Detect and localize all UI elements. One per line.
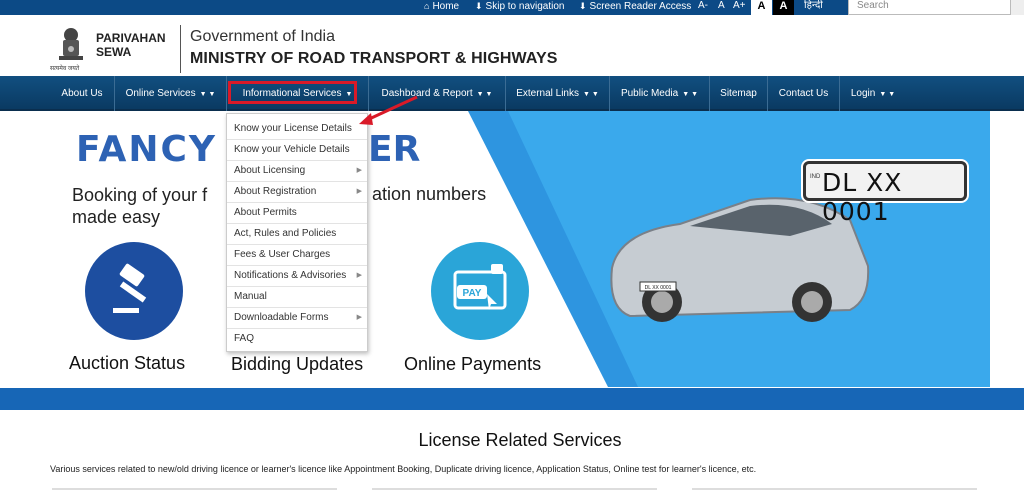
nav-external-links[interactable]: External Links ▼ ▼ <box>506 76 610 111</box>
online-payments-button[interactable]: PAY <box>431 242 529 340</box>
ministry-title: MINISTRY OF ROAD TRANSPORT & HIGHWAYS <box>190 50 558 67</box>
red-arrow-annotation <box>359 95 418 125</box>
chevron-right-icon: ▶ <box>356 188 362 195</box>
search-button[interactable] <box>1010 0 1024 15</box>
chevron-right-icon: ▶ <box>356 167 362 174</box>
home-link[interactable]: ⌂ Home <box>424 0 459 15</box>
hero-title-right: ER <box>368 129 421 170</box>
contrast-light-button[interactable]: A <box>751 0 772 15</box>
nav-contact-us[interactable]: Contact Us <box>768 76 840 111</box>
hero-subtitle-line-2: made easy <box>72 207 161 227</box>
section-description: Various services related to new/old driv… <box>50 464 757 474</box>
caret-down-icon: ▼ ▼ <box>879 91 896 98</box>
arrow-down-icon: ⬇ <box>475 1 483 11</box>
page: ⌂ Home ⬇ Skip to navigation ⬇ Screen Reader… <box>0 0 1024 490</box>
dd-fees-user-charges[interactable]: Fees & User Charges <box>227 245 367 266</box>
contrast-dark-button[interactable]: A <box>773 0 794 15</box>
dd-act-rules-policies[interactable]: Act, Rules and Policies <box>227 224 367 245</box>
language-hindi-link[interactable]: हिन्दी <box>804 0 823 15</box>
blue-band <box>0 388 1024 410</box>
nav-online-services[interactable]: Online Services ▼ ▼ <box>115 76 227 111</box>
home-icon: ⌂ <box>424 1 430 11</box>
plate-number: DL XX 0001 <box>822 168 903 226</box>
pay-icon: PAY <box>453 264 507 310</box>
font-decrease-button[interactable]: A- <box>698 0 708 15</box>
arrow-down-icon: ⬇ <box>579 1 587 11</box>
dd-about-permits[interactable]: About Permits <box>227 203 367 224</box>
dd-know-vehicle-details[interactable]: Know your Vehicle Details <box>227 140 367 161</box>
chevron-right-icon: ▶ <box>356 272 362 279</box>
plate-country: IND <box>810 174 821 180</box>
hero-subtitle-line-1: Booking of your f <box>72 185 208 205</box>
caret-down-icon: ▼ ▼ <box>199 91 216 98</box>
nav-about-us[interactable]: About Us <box>50 76 115 111</box>
hero-subtitle-left: Booking of your f made easy <box>72 184 207 228</box>
dd-about-registration[interactable]: About Registration ▶ <box>227 182 367 203</box>
gavel-icon <box>113 263 147 313</box>
font-increase-button[interactable]: A+ <box>733 0 746 15</box>
caret-down-icon: ▼ ▼ <box>583 91 599 98</box>
car-plate-text: DL XX 0001 <box>645 285 672 291</box>
government-title: Government of India <box>190 28 335 45</box>
search-input[interactable]: Search <box>848 0 1018 15</box>
skip-navigation-link[interactable]: ⬇ Skip to navigation <box>475 0 565 15</box>
chevron-right-icon: ▶ <box>356 314 362 321</box>
dd-notifications-advisories[interactable]: Notifications & Advisories ▶ <box>227 266 367 287</box>
nav-public-media[interactable]: Public Media ▼ ▼ <box>610 76 710 111</box>
main-nav: About Us Online Services ▼ ▼ Informationa… <box>0 76 1024 111</box>
dd-know-license-details[interactable]: Know your License Details <box>227 119 367 140</box>
font-normal-button[interactable]: A <box>718 0 725 15</box>
auction-status-label: Auction Status <box>69 353 186 373</box>
nav-sitemap[interactable]: Sitemap <box>710 76 768 111</box>
auction-status-button[interactable] <box>85 242 183 340</box>
bidding-updates-label: Bidding Updates <box>231 354 364 374</box>
informational-services-dropdown: Know your License Details Know your Vehi… <box>226 113 368 352</box>
emblem-caption: सत्यमेव जयते <box>50 66 80 72</box>
hero-subtitle-right: ation numbers <box>372 184 487 204</box>
dd-about-licensing[interactable]: About Licensing ▶ <box>227 161 367 182</box>
caret-down-icon: ▼ ▼ <box>682 91 699 98</box>
brand-line-1: PARIVAHAN <box>96 31 166 45</box>
header-divider <box>180 25 181 73</box>
highlight-annotation-box <box>228 81 357 104</box>
dd-faq[interactable]: FAQ <box>227 329 367 350</box>
screen-reader-link[interactable]: ⬇ Screen Reader Access <box>579 0 691 15</box>
brand-line-2: SEWA <box>96 45 132 59</box>
section-title: License Related Services <box>418 430 622 450</box>
online-payments-label: Online Payments <box>404 354 542 374</box>
pay-icon-text: PAY <box>463 288 482 299</box>
number-plate-graphic: IND DL XX 0001 <box>803 161 967 226</box>
dd-manual[interactable]: Manual <box>227 287 367 308</box>
parivahan-sewa-logo[interactable]: PARIVAHAN SEWA <box>96 31 166 59</box>
hero-title-left: FANCY <box>76 129 217 170</box>
dd-downloadable-forms[interactable]: Downloadable Forms ▶ <box>227 308 367 329</box>
caret-down-icon: ▼ ▼ <box>476 91 493 98</box>
nav-login[interactable]: Login ▼ ▼ <box>840 76 906 111</box>
